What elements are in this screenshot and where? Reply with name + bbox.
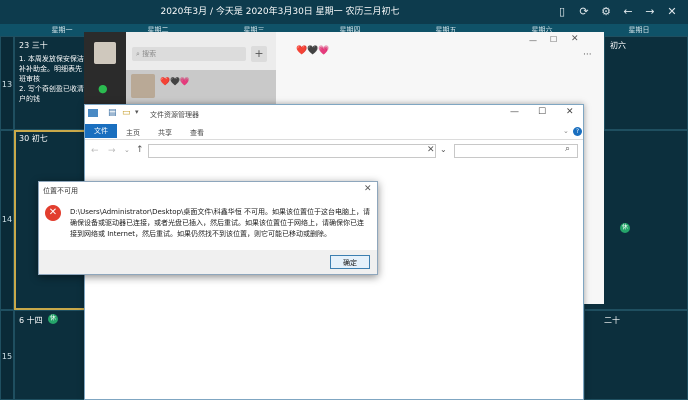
contact-name: ❤️🖤💗 (160, 77, 190, 86)
ribbon-expand-icon[interactable]: ⌄ (563, 127, 569, 135)
window-title: 文件资源管理器 (150, 111, 199, 119)
chat-bubble-icon[interactable]: ● (98, 82, 108, 95)
day-label: 初六 (610, 41, 626, 50)
recent-locations-icon[interactable]: ⌄ (124, 146, 130, 154)
dialog-title: 位置不可用 (43, 187, 78, 195)
minimize-icon[interactable]: — (510, 107, 519, 117)
forward-icon[interactable]: → (108, 146, 116, 156)
maximize-icon[interactable]: ☐ (538, 107, 546, 117)
new-folder-icon[interactable]: ▭ (122, 108, 131, 118)
back-icon[interactable]: ← (91, 146, 99, 156)
day-label: 30 初七 (19, 134, 48, 143)
up-icon[interactable]: ↑ (136, 145, 144, 155)
week-number: 14 (1, 215, 13, 224)
search-box[interactable] (454, 144, 578, 158)
week-number: 13 (1, 80, 13, 89)
tab-file[interactable]: 文件 (85, 124, 117, 138)
properties-icon[interactable]: ▤ (108, 108, 117, 118)
day-cell-12[interactable] (584, 310, 688, 400)
search-input[interactable]: ⌕ 搜索 (132, 47, 246, 61)
add-chat-button[interactable]: + (251, 46, 267, 62)
search-icon: ⌕ (136, 50, 140, 58)
holiday-badge: 休 (620, 223, 630, 233)
note-line: 1. 本周发放保安保洁 (19, 55, 84, 63)
ribbon-divider (85, 139, 583, 140)
calendar-title: 2020年3月 / 今天是 2020年3月30日 星期一 农历三月初七 (160, 7, 400, 17)
contact-avatar (131, 74, 155, 98)
phone-icon[interactable]: ▯ (554, 4, 570, 20)
dialog-message: D:\Users\Administrator\Desktop\桌面文件\科鑫华恒… (70, 208, 370, 238)
search-placeholder: 搜索 (142, 50, 157, 58)
back-arrow-icon[interactable]: ← (620, 4, 636, 20)
explorer-app-icon (88, 109, 98, 117)
day-label: 二十 (604, 316, 620, 325)
note-line: 补补助金。明细表先 (19, 65, 82, 73)
minimize-icon[interactable]: — (529, 36, 537, 45)
sync-icon[interactable]: ⟳ (576, 4, 592, 20)
note-line: 班审核 (19, 75, 40, 83)
avatar[interactable] (94, 42, 116, 64)
error-icon: ✕ (45, 205, 61, 221)
tab-view[interactable]: 查看 (190, 128, 204, 138)
forward-arrow-icon[interactable]: → (642, 4, 658, 20)
conversation-title: ❤️🖤💗 (296, 46, 330, 56)
holiday-badge: 休 (48, 314, 58, 324)
ok-button[interactable]: 确定 (330, 255, 370, 269)
maximize-icon[interactable]: ☐ (550, 35, 557, 44)
tab-home[interactable]: 主页 (126, 128, 140, 138)
address-dropdown-icon[interactable]: ⌄ (440, 145, 447, 154)
day-label: 6 十四 (19, 316, 43, 325)
more-options-button[interactable]: ··· (583, 50, 592, 60)
close-icon[interactable]: ✕ (566, 107, 574, 117)
help-button[interactable]: ? (573, 127, 582, 136)
clear-address-icon[interactable]: ✕ (427, 145, 435, 155)
quick-access-dropdown-icon[interactable]: ▾ (135, 108, 139, 116)
weekday-sun: 星期日 (628, 26, 650, 34)
week-number: 15 (1, 352, 13, 361)
tab-share[interactable]: 共享 (158, 128, 172, 138)
dialog-close-icon[interactable]: ✕ (364, 184, 372, 194)
close-icon[interactable]: ✕ (571, 34, 579, 44)
close-icon[interactable]: ✕ (664, 4, 680, 20)
settings-icon[interactable]: ⚙ (598, 4, 614, 20)
address-bar[interactable] (148, 144, 436, 158)
day-label: 23 三十 (19, 41, 48, 50)
note-line: 户的钱 (19, 95, 40, 103)
dialog-button-bar (39, 250, 377, 274)
note-line: 2. 写个奇创盈已收清 (19, 85, 84, 93)
search-icon: ⌕ (565, 144, 571, 154)
